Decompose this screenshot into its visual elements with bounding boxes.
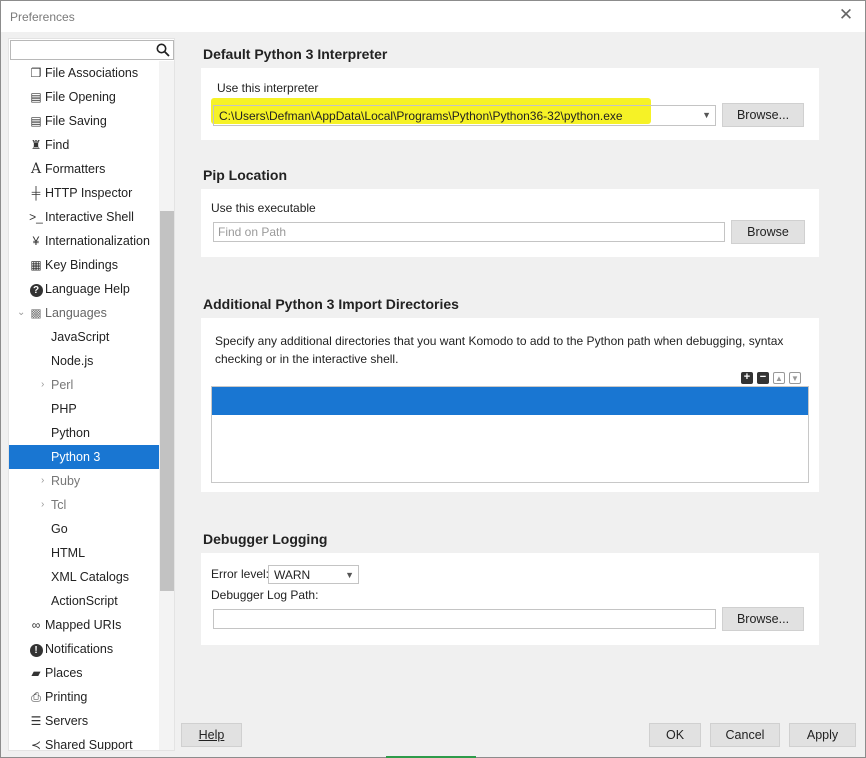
add-icon[interactable]: + (741, 372, 753, 384)
interpreter-section-title: Default Python 3 Interpreter (203, 46, 388, 62)
title-bar: Preferences ✕ (1, 1, 865, 32)
server-icon: ☰ (30, 714, 42, 728)
import-dirs-panel: Specify any additional directories that … (201, 318, 819, 492)
sidebar-item-xml-catalogs[interactable]: XML Catalogs (9, 565, 159, 589)
pip-browse-button[interactable]: Browse (731, 220, 805, 244)
sidebar-item-shared-support[interactable]: ≺ Shared Support (9, 733, 159, 751)
sidebar-search[interactable] (10, 40, 174, 60)
cancel-button[interactable]: Cancel (710, 723, 780, 747)
printer-icon: ⎙ (31, 690, 41, 704)
move-down-icon[interactable]: ▼ (789, 372, 801, 384)
sidebar-item-go[interactable]: Go (9, 517, 159, 541)
window-title: Preferences (10, 10, 75, 24)
file-icon: ▤ (30, 90, 42, 104)
move-up-icon[interactable]: ▲ (773, 372, 785, 384)
sidebar-item-php[interactable]: PHP (9, 397, 159, 421)
sidebar: ❐ File Associations ▤ File Opening ▤ Fil… (8, 38, 175, 751)
preferences-tree: ❐ File Associations ▤ File Opening ▤ Fil… (9, 61, 159, 751)
sidebar-item-actionscript[interactable]: ActionScript (9, 589, 159, 613)
import-dirs-description: Specify any additional directories that … (215, 334, 784, 366)
sidebar-item-nodejs[interactable]: Node.js (9, 349, 159, 373)
pip-path-input[interactable] (218, 224, 703, 240)
sidebar-item-file-saving[interactable]: ▤ File Saving (9, 109, 159, 133)
search-input[interactable] (13, 42, 153, 58)
yen-icon: ¥ (32, 234, 40, 248)
languages-icon: ▩ (30, 306, 42, 320)
font-icon: A (30, 161, 42, 177)
debugger-panel: Error level: WARN ▼ Debugger Log Path: B… (201, 553, 819, 645)
sidebar-item-language-help[interactable]: ? Language Help (9, 277, 159, 301)
sidebar-item-tcl[interactable]: › Tcl (9, 493, 159, 517)
file-associations-icon: ❐ (30, 66, 42, 80)
keyboard-icon: ▦ (30, 258, 42, 272)
pip-panel: Use this executable Browse (201, 189, 819, 257)
sidebar-item-file-associations[interactable]: ❐ File Associations (9, 61, 159, 85)
help-button[interactable]: Help (181, 723, 242, 747)
sidebar-item-perl[interactable]: › Perl (9, 373, 159, 397)
chevron-right-icon[interactable]: › (41, 373, 44, 397)
chevron-right-icon[interactable]: › (41, 469, 44, 493)
binoculars-icon: ♜ (30, 138, 42, 152)
import-dirs-list[interactable] (211, 386, 809, 483)
list-item[interactable] (212, 387, 808, 415)
sidebar-item-languages[interactable]: ⌄ ▩ Languages (9, 301, 159, 325)
remove-icon[interactable]: − (757, 372, 769, 384)
log-path-label: Debugger Log Path: (211, 588, 319, 602)
interpreter-panel: Use this interpreter C:\Users\Defman\App… (201, 68, 819, 140)
interpreter-browse-button[interactable]: Browse... (722, 103, 804, 127)
info-icon: ! (29, 642, 43, 657)
help-icon: ? (29, 282, 43, 297)
chevron-down-icon[interactable]: ⌄ (17, 301, 25, 325)
chevron-down-icon[interactable]: ▼ (345, 566, 354, 584)
ok-button[interactable]: OK (649, 723, 701, 747)
chevron-right-icon[interactable]: › (41, 493, 44, 517)
interpreter-label: Use this interpreter (217, 81, 319, 95)
close-icon[interactable]: ✕ (837, 6, 855, 24)
sidebar-scrollbar[interactable] (159, 61, 174, 750)
sidebar-item-printing[interactable]: ⎙ Printing (9, 685, 159, 709)
sidebar-item-formatters[interactable]: A Formatters (9, 157, 159, 181)
import-dirs-section-title: Additional Python 3 Import Directories (203, 296, 459, 312)
preferences-window: Preferences ✕ ❐ File Associations ▤ File… (0, 0, 866, 758)
sidebar-item-python-3[interactable]: Python 3 (9, 445, 159, 469)
sidebar-item-internationalization[interactable]: ¥ Internationalization (9, 229, 159, 253)
sidebar-item-ruby[interactable]: › Ruby (9, 469, 159, 493)
error-level-value: WARN (274, 568, 311, 582)
log-path-browse-button[interactable]: Browse... (722, 607, 804, 631)
sidebar-item-places[interactable]: ▰ Places (9, 661, 159, 685)
sidebar-item-find[interactable]: ♜ Find (9, 133, 159, 157)
sidebar-item-notifications[interactable]: ! Notifications (9, 637, 159, 661)
sidebar-item-python[interactable]: Python (9, 421, 159, 445)
interpreter-select[interactable]: C:\Users\Defman\AppData\Local\Programs\P… (213, 105, 716, 126)
terminal-icon: >_ (29, 210, 43, 224)
sidebar-item-mapped-uris[interactable]: ∞ Mapped URIs (9, 613, 159, 637)
folder-icon: ▰ (31, 666, 41, 680)
chevron-down-icon[interactable]: ▼ (702, 106, 711, 124)
sidebar-item-http-inspector[interactable]: ╪ HTTP Inspector (9, 181, 159, 205)
inspector-icon: ╪ (31, 186, 41, 200)
search-icon[interactable] (156, 43, 170, 57)
pip-path-field[interactable] (213, 222, 725, 242)
error-level-select[interactable]: WARN ▼ (268, 565, 359, 584)
sidebar-item-javascript[interactable]: JavaScript (9, 325, 159, 349)
interpreter-path-value: C:\Users\Defman\AppData\Local\Programs\P… (219, 109, 623, 123)
sidebar-item-key-bindings[interactable]: ▦ Key Bindings (9, 253, 159, 277)
log-path-field[interactable] (213, 609, 716, 629)
sidebar-item-servers[interactable]: ☰ Servers (9, 709, 159, 733)
sidebar-item-interactive-shell[interactable]: >_ Interactive Shell (9, 205, 159, 229)
log-path-input[interactable] (218, 611, 694, 627)
pip-label: Use this executable (211, 201, 316, 215)
pip-section-title: Pip Location (203, 167, 287, 183)
save-icon: ▤ (30, 114, 42, 128)
apply-button[interactable]: Apply (789, 723, 856, 747)
debugger-section-title: Debugger Logging (203, 531, 328, 547)
share-icon: ≺ (30, 738, 42, 751)
link-icon: ∞ (31, 618, 41, 632)
sidebar-item-html[interactable]: HTML (9, 541, 159, 565)
sidebar-item-file-opening[interactable]: ▤ File Opening (9, 85, 159, 109)
scrollbar-thumb[interactable] (160, 211, 174, 591)
error-level-label: Error level: (211, 567, 270, 581)
